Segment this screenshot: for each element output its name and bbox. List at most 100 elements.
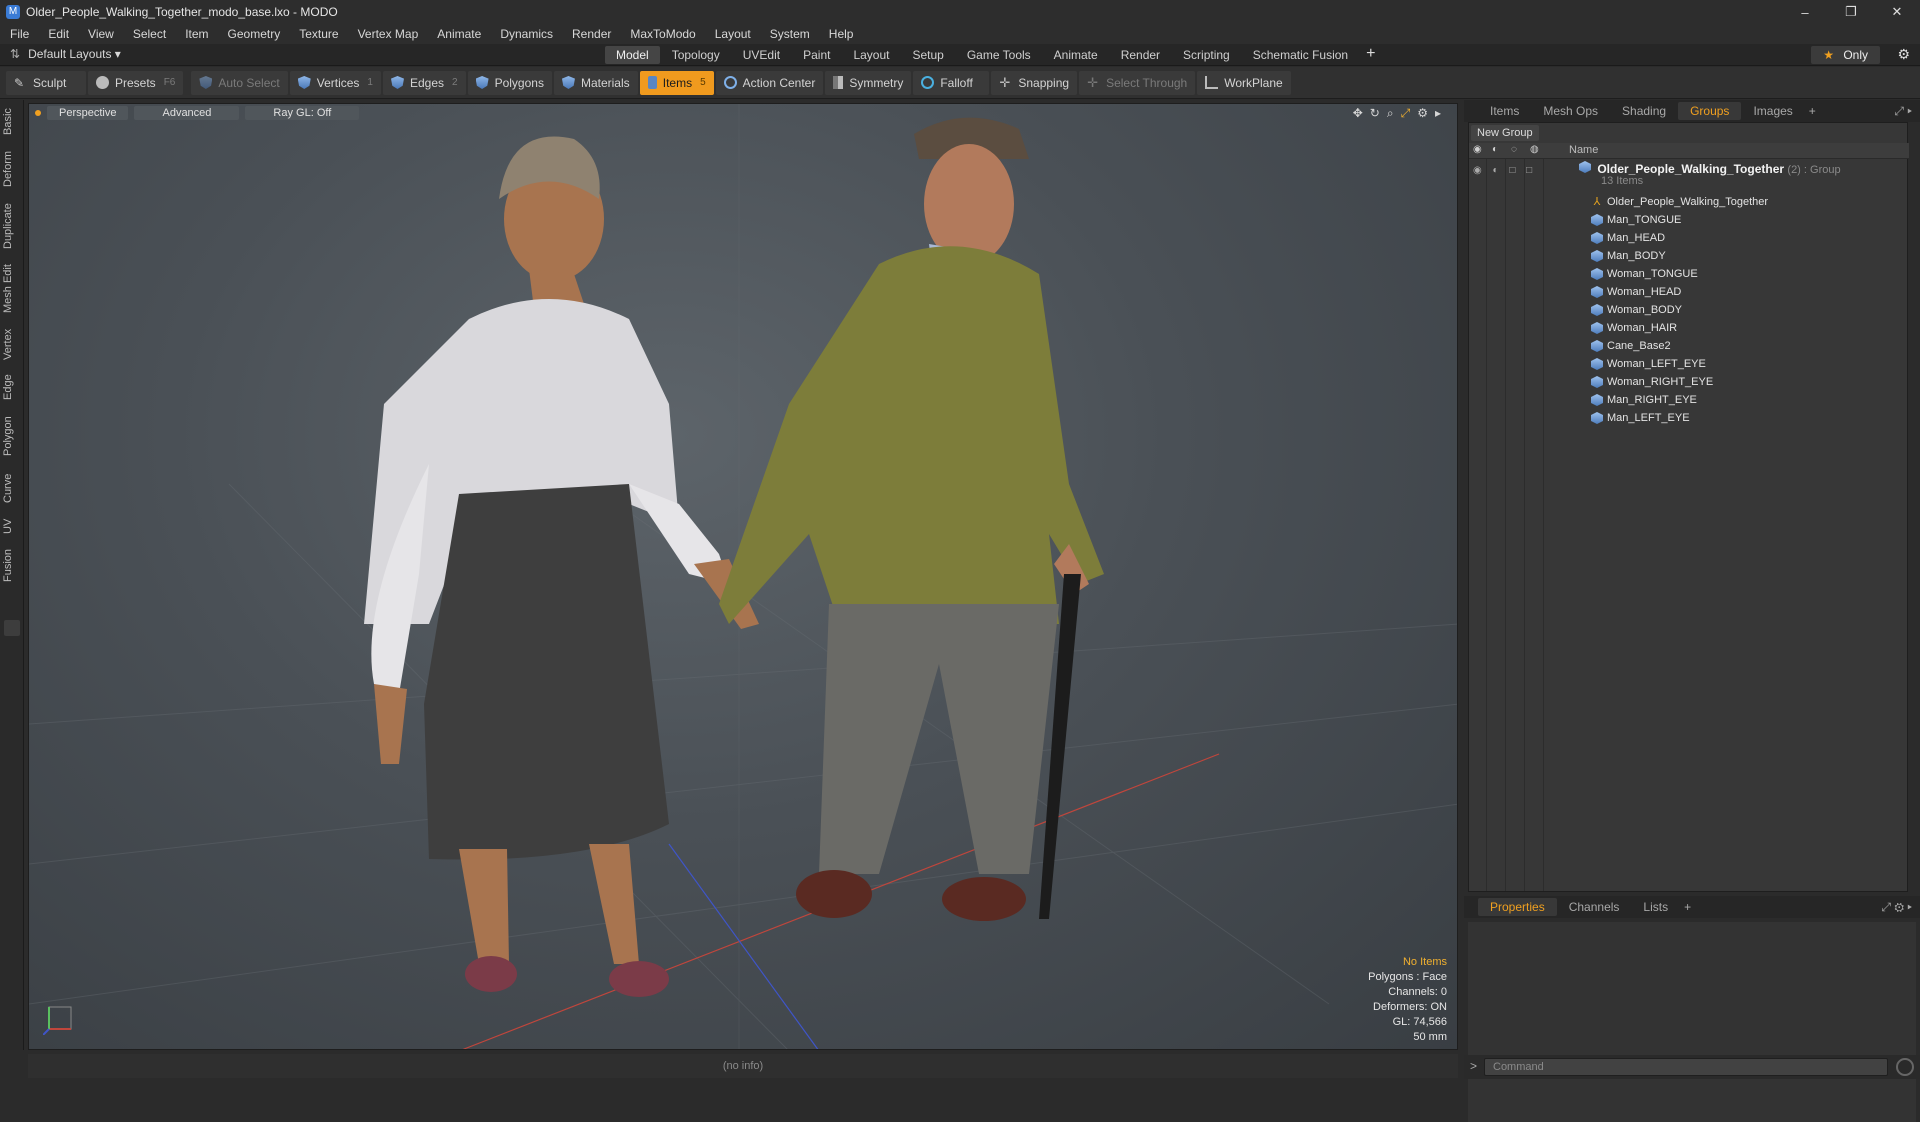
tab-uv[interactable]: UV: [2, 514, 22, 538]
auto-select-button[interactable]: Auto Select: [191, 70, 288, 95]
maximize-icon[interactable]: ⤢: [1401, 106, 1411, 121]
root-lock-icon[interactable]: □: [1509, 165, 1515, 176]
menu-select[interactable]: Select: [133, 27, 166, 41]
command-input[interactable]: Command: [1484, 1058, 1888, 1076]
menu-system[interactable]: System: [770, 27, 810, 41]
list-item[interactable]: Man_BODY: [1591, 247, 1911, 265]
list-item[interactable]: Cane_Base2: [1591, 337, 1911, 355]
menu-animate[interactable]: Animate: [437, 27, 481, 41]
list-item[interactable]: Man_TONGUE: [1591, 211, 1911, 229]
falloff-button[interactable]: Falloff: [913, 70, 990, 95]
tab-render[interactable]: Render: [1110, 46, 1171, 64]
snapping-button[interactable]: ✛ Snapping: [991, 70, 1078, 95]
select-through-button[interactable]: ✛ Select Through: [1079, 70, 1196, 95]
render-column-icon[interactable]: ◐: [1492, 144, 1498, 155]
tab-game-tools[interactable]: Game Tools: [956, 46, 1042, 64]
gear-icon[interactable]: ⚙: [1897, 46, 1910, 63]
tab-layout[interactable]: Layout: [842, 46, 900, 64]
items-button[interactable]: Items 5: [639, 70, 714, 95]
tab-channels[interactable]: Channels: [1557, 898, 1632, 916]
tab-topology[interactable]: Topology: [661, 46, 731, 64]
raygl-button[interactable]: Ray GL: Off: [245, 106, 360, 120]
tab-schematic-fusion[interactable]: Schematic Fusion: [1242, 46, 1359, 64]
tab-paint[interactable]: Paint: [792, 46, 841, 64]
menu-vertex-map[interactable]: Vertex Map: [358, 27, 419, 41]
tab-vertex[interactable]: Vertex: [2, 324, 22, 364]
list-item[interactable]: Woman_BODY: [1591, 301, 1911, 319]
select-column-icon[interactable]: ◍: [1530, 144, 1539, 155]
menu-file[interactable]: File: [10, 27, 29, 41]
list-item[interactable]: Woman_HEAD: [1591, 283, 1911, 301]
polygons-button[interactable]: Polygons: [467, 70, 552, 95]
zoom-icon[interactable]: ⌕: [1387, 106, 1394, 121]
tab-images[interactable]: Images: [1741, 102, 1804, 120]
tab-animate[interactable]: Animate: [1043, 46, 1109, 64]
tab-scripting[interactable]: Scripting: [1172, 46, 1241, 64]
menu-dynamics[interactable]: Dynamics: [500, 27, 553, 41]
lock-column-icon[interactable]: ◌: [1511, 144, 1517, 155]
close-button[interactable]: ✕: [1874, 0, 1920, 24]
eye-column-icon[interactable]: ◉: [1473, 144, 1482, 155]
tab-shading[interactable]: Shading: [1610, 102, 1678, 120]
tab-mesh-edit[interactable]: Mesh Edit: [2, 260, 22, 318]
root-select-icon[interactable]: □: [1526, 165, 1532, 176]
expand-arrow-icon[interactable]: ▸: [1435, 106, 1441, 121]
group-root-row[interactable]: Older_People_Walking_Together (2) : Grou…: [1579, 161, 1841, 187]
menu-geometry[interactable]: Geometry: [228, 27, 281, 41]
3d-viewport[interactable]: Perspective Advanced Ray GL: Off ✥ ↻ ⌕ ⤢…: [28, 103, 1458, 1050]
menu-layout[interactable]: Layout: [715, 27, 751, 41]
root-eye-icon[interactable]: ◉: [1473, 165, 1482, 176]
tab-properties[interactable]: Properties: [1478, 898, 1557, 916]
advanced-button[interactable]: Advanced: [134, 106, 240, 120]
add-props-tab-button[interactable]: +: [1680, 900, 1695, 914]
tab-polygon[interactable]: Polygon: [2, 410, 22, 462]
list-item[interactable]: Woman_TONGUE: [1591, 265, 1911, 283]
tab-lists[interactable]: Lists: [1631, 898, 1680, 916]
root-render-icon[interactable]: ◐: [1493, 165, 1499, 176]
only-toggle[interactable]: ★ Only: [1811, 46, 1880, 64]
pan-icon[interactable]: ✥: [1353, 106, 1363, 121]
menu-view[interactable]: View: [88, 27, 114, 41]
add-panel-tab-button[interactable]: +: [1805, 104, 1820, 118]
menu-maxtomodo[interactable]: MaxToModo: [630, 27, 695, 41]
edges-button[interactable]: Edges 2: [382, 70, 466, 95]
tab-model[interactable]: Model: [605, 46, 660, 64]
workplane-button[interactable]: WorkPlane: [1197, 70, 1291, 95]
minimize-button[interactable]: –: [1782, 0, 1828, 24]
menu-edit[interactable]: Edit: [48, 27, 69, 41]
sculpt-button[interactable]: ✎ Sculpt: [6, 70, 86, 95]
tab-fusion[interactable]: Fusion: [2, 544, 22, 586]
tab-deform[interactable]: Deform: [2, 146, 22, 192]
symmetry-button[interactable]: Symmetry: [825, 70, 912, 95]
tab-uvedit[interactable]: UVEdit: [732, 46, 791, 64]
perspective-button[interactable]: Perspective: [47, 106, 129, 120]
settings-icon[interactable]: ⚙: [1417, 106, 1428, 121]
command-history-icon[interactable]: [1896, 1058, 1914, 1076]
tab-mesh-ops[interactable]: Mesh Ops: [1531, 102, 1610, 120]
menu-texture[interactable]: Texture: [299, 27, 338, 41]
new-group-button[interactable]: New Group: [1471, 125, 1539, 141]
action-center-button[interactable]: Action Center: [715, 70, 824, 95]
tab-basic[interactable]: Basic: [2, 104, 22, 140]
panel-expand-icon[interactable]: ⤢ ▸: [1894, 104, 1912, 119]
toolbox-toggle-button[interactable]: [4, 620, 20, 636]
restore-button[interactable]: ❐: [1828, 0, 1874, 24]
tab-duplicate[interactable]: Duplicate: [2, 198, 22, 254]
tab-curve[interactable]: Curve: [2, 468, 22, 508]
vertices-button[interactable]: Vertices 1: [289, 70, 381, 95]
name-column-header[interactable]: Name: [1569, 144, 1598, 156]
list-item[interactable]: Woman_RIGHT_EYE: [1591, 373, 1911, 391]
list-item[interactable]: Man_RIGHT_EYE: [1591, 391, 1911, 409]
materials-button[interactable]: Materials: [553, 70, 638, 95]
rotate-icon[interactable]: ↻: [1370, 106, 1380, 121]
menu-help[interactable]: Help: [829, 27, 854, 41]
list-item[interactable]: Woman_LEFT_EYE: [1591, 355, 1911, 373]
tab-items[interactable]: Items: [1478, 102, 1531, 120]
list-item[interactable]: ⅄ Older_People_Walking_Together: [1591, 193, 1911, 211]
list-item[interactable]: Man_HEAD: [1591, 229, 1911, 247]
list-item[interactable]: Woman_HAIR: [1591, 319, 1911, 337]
tab-setup[interactable]: Setup: [901, 46, 954, 64]
menu-item[interactable]: Item: [185, 27, 208, 41]
viewport-menu-dot[interactable]: [35, 110, 41, 116]
tab-groups[interactable]: Groups: [1678, 102, 1742, 120]
